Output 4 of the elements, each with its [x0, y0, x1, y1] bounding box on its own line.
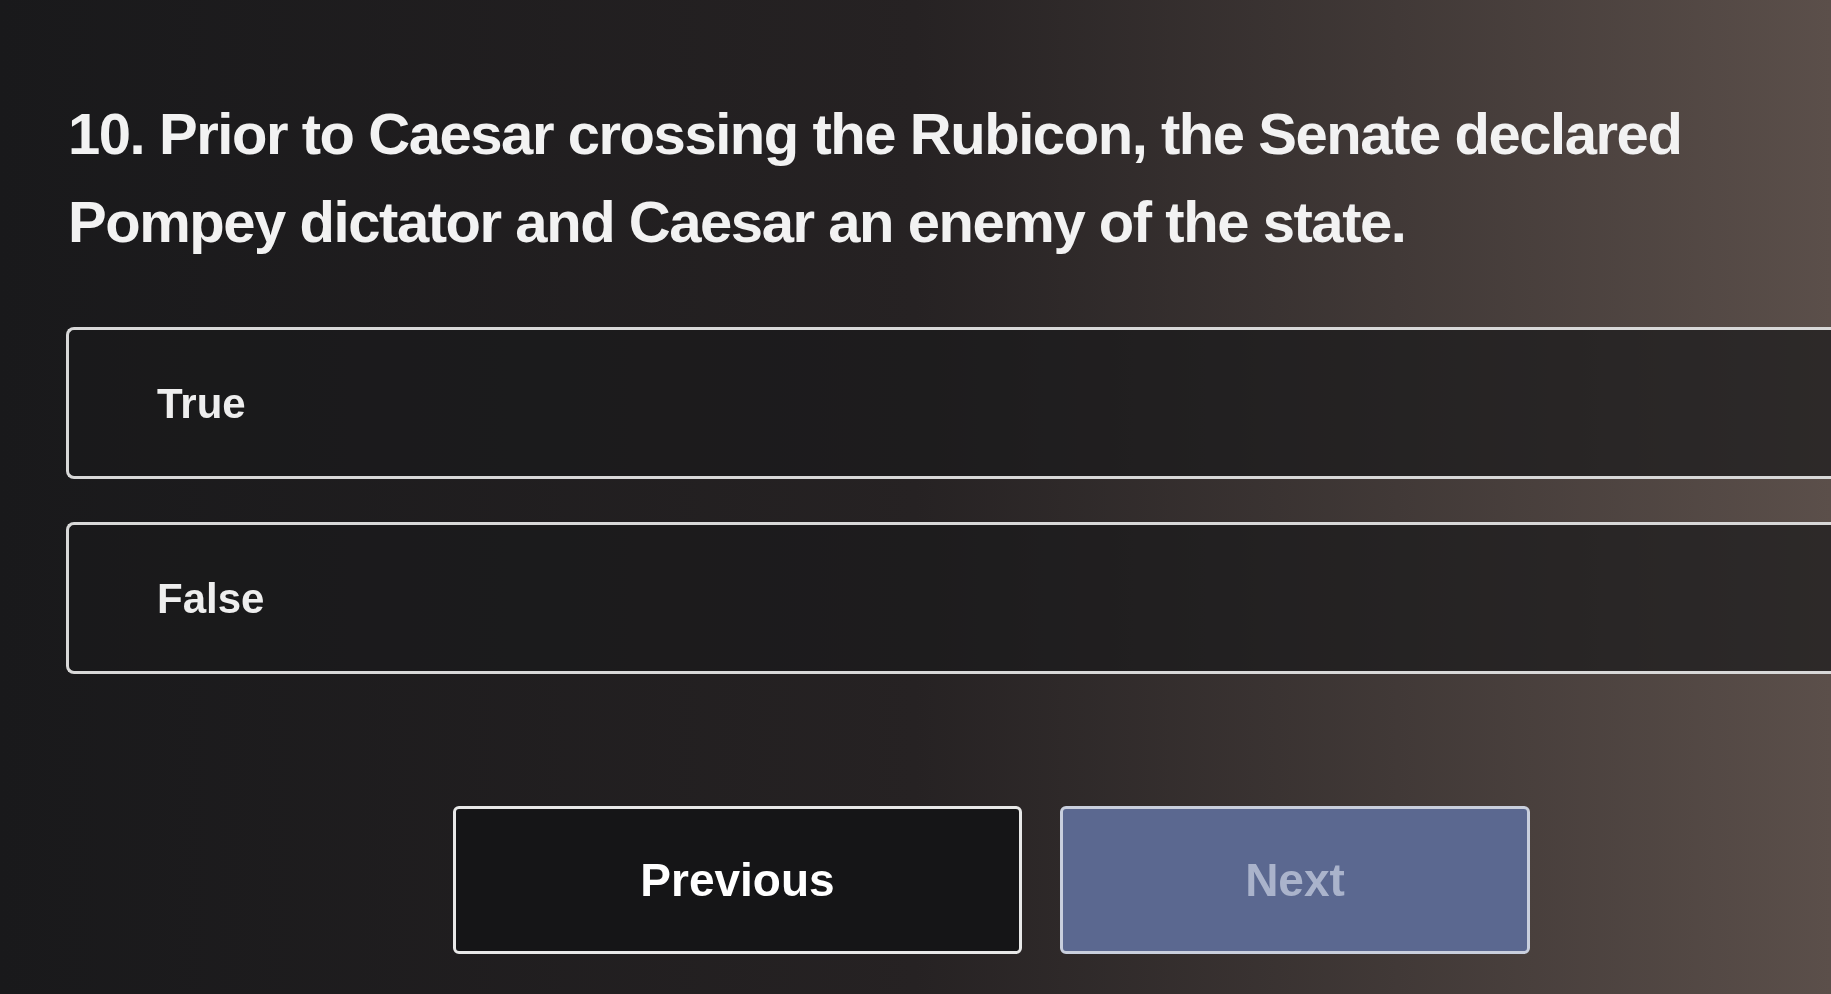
answer-option[interactable]: True	[66, 327, 1831, 479]
answer-option[interactable]: False	[66, 522, 1831, 674]
previous-button[interactable]: Previous	[453, 806, 1022, 954]
question-text: 10. Prior to Caesar crossing the Rubicon, the Senate declared Pompey dictator and Caesar an enemy of the state.	[68, 100, 1683, 256]
